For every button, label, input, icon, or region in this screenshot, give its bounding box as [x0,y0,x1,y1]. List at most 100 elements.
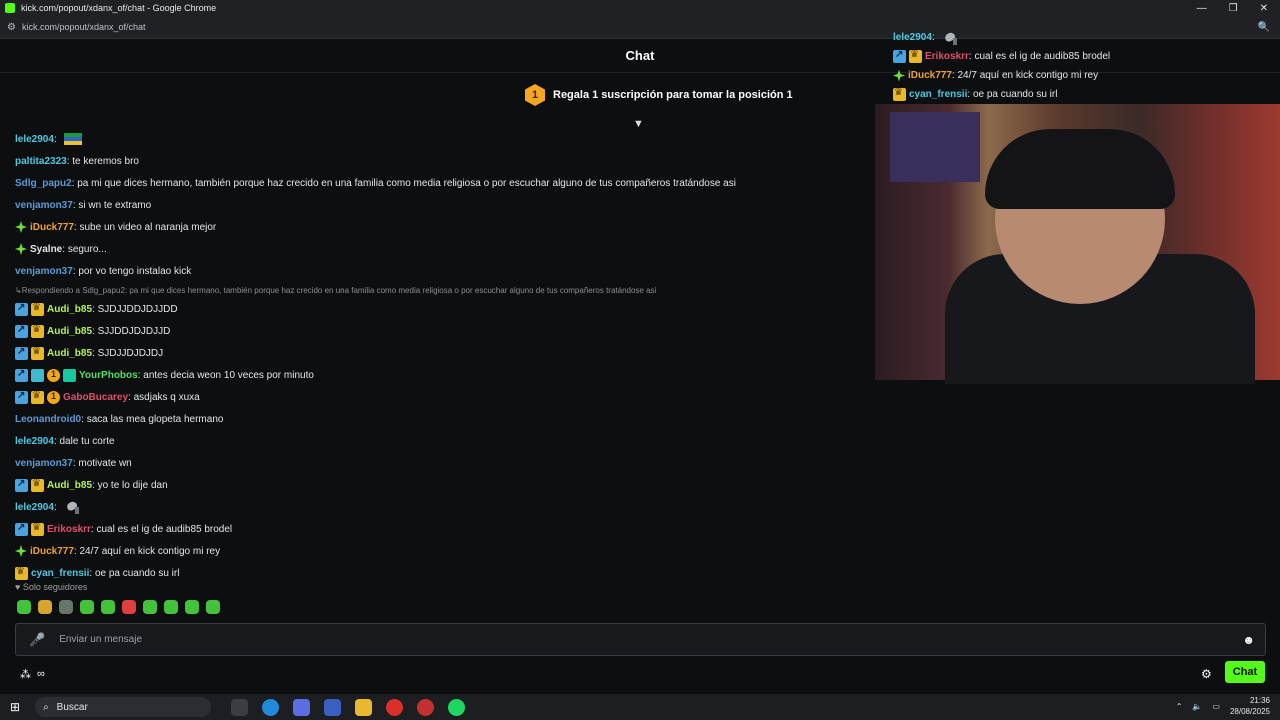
message-text: oe pa cuando su irl [94,567,180,579]
crown-badge-icon[interactable] [31,522,44,536]
message-username[interactable]: lele2904 [15,134,54,145]
message-input[interactable] [57,633,1243,646]
emote-icon[interactable] [185,600,199,614]
message-username[interactable]: Audi_b85 [47,304,92,315]
message-username[interactable]: Sdlg_papu2 [15,178,72,189]
volume-icon[interactable]: 🔈 [1192,702,1202,711]
message-username[interactable]: lele2904 [15,436,54,447]
chat-message: paltita2323: te keremos bro [15,155,139,167]
microphone-icon[interactable]: 🎤 [29,632,45,648]
message-username[interactable]: Audi_b85 [47,348,92,359]
crown-badge-icon[interactable] [31,390,44,404]
message-text: yo te lo dije dan [97,479,168,491]
network-icon[interactable]: ▭ [1212,702,1220,711]
site-settings-icon[interactable]: ⚙ [7,22,16,33]
streamer-hair [985,129,1175,209]
gem-badge-icon[interactable] [15,243,27,255]
coin-badge-icon[interactable] [47,368,60,382]
message-username[interactable]: lele2904 [893,32,932,43]
emoji-icon[interactable]: ☻ [1242,633,1255,647]
emote-icon[interactable] [164,600,178,614]
edge-icon[interactable] [262,698,280,716]
chat-message: Syalne: seguro... [15,238,875,260]
pinned-text[interactable]: Regala 1 suscripción para tomar la posic… [553,89,793,101]
sub-badge-icon[interactable] [15,346,28,360]
message-username[interactable]: paltita2323 [15,156,67,167]
minimize-icon[interactable]: — [1197,3,1207,14]
copilot-icon[interactable] [293,698,311,716]
chat-message: Erikoskrr: cual es el ig de audib85 brod… [15,518,875,540]
chat-message: Leonandroid0: saca las mea glopeta herma… [15,413,224,425]
file-explorer-icon[interactable] [355,698,373,716]
settings-gear-icon[interactable]: ⚙ [1201,667,1212,681]
message-username[interactable]: iDuck777 [30,222,74,233]
maximize-icon[interactable]: ❐ [1229,3,1238,14]
message-username[interactable]: Audi_b85 [47,326,92,337]
sub-badge-icon[interactable] [893,49,906,63]
sub-badge-icon[interactable] [15,478,28,492]
task-view-icon[interactable] [231,698,249,716]
sub-badge-icon[interactable] [15,390,28,404]
store-icon[interactable] [324,698,342,716]
message-username[interactable]: Erikoskrr [925,51,969,62]
emote-icon[interactable] [80,600,94,614]
gem-badge-icon[interactable] [893,69,905,82]
message-text: dale tu corte [59,435,115,447]
crown-badge-icon[interactable] [909,49,922,63]
message-username[interactable]: Audi_b85 [47,480,92,491]
message-username[interactable]: Leonandroid0 [15,414,81,425]
emote-icon[interactable] [59,600,73,614]
spotify-icon[interactable] [448,698,466,716]
message-text: SJJDDJDJDJJD [97,325,171,337]
infinity-icon[interactable]: ∞ [37,668,45,681]
message-username[interactable]: YourPhobos [79,370,138,381]
crown-badge-icon[interactable] [31,346,44,360]
gift-badge-icon[interactable] [63,368,76,382]
chrome-icon[interactable] [386,698,404,716]
emote-icon[interactable] [143,600,157,614]
send-chat-button[interactable]: Chat [1225,661,1265,683]
search-icon: ⌕ [43,701,49,713]
message-username[interactable]: GaboBucarey [63,392,128,403]
message-username[interactable]: Erikoskrr [47,524,91,535]
coin-badge-icon[interactable] [47,390,60,404]
grid-badge-icon[interactable] [31,368,44,382]
emote-icon[interactable] [101,600,115,614]
message-username[interactable]: venjamon37 [15,200,73,211]
taskbar-search[interactable]: ⌕ Buscar [35,697,212,717]
gem-badge-icon[interactable] [15,221,27,233]
emote-icon[interactable] [206,600,220,614]
sub-badge-icon[interactable] [15,302,28,316]
windows-start-icon[interactable]: ⊞ [10,700,20,714]
message-username[interactable]: venjamon37 [15,458,73,469]
message-username[interactable]: iDuck777 [30,546,74,557]
crown-badge-icon[interactable] [31,324,44,338]
stream-video[interactable] [875,104,1280,384]
gem-badge-icon[interactable] [15,545,27,557]
crown-badge-icon[interactable] [15,566,28,580]
close-icon[interactable]: ✕ [1260,3,1268,14]
message-text: cual es el ig de audib85 brodel [96,523,233,535]
crown-badge-icon[interactable] [31,478,44,492]
emote-icon[interactable] [17,600,31,614]
heart-icon: ♥ [15,582,21,592]
emote-icon[interactable] [38,600,52,614]
obs-icon[interactable] [417,698,435,716]
chat-message: Audi_b85: SJJDDJDJDJJD [15,320,875,342]
chat-message: venjamon37: por vo tengo instalao kick [15,265,192,277]
message-username[interactable]: cyan_frensii [909,89,967,100]
emote-icon[interactable] [122,600,136,614]
message-username[interactable]: venjamon37 [15,266,73,277]
message-username[interactable]: Syalne [30,244,62,255]
sub-badge-icon[interactable] [15,368,28,382]
sub-badge-icon[interactable] [15,522,28,536]
crown-badge-icon[interactable] [31,302,44,316]
clock[interactable]: 21:36 28/08/2025 [1230,695,1270,717]
sub-badge-icon[interactable] [15,324,28,338]
message-username[interactable]: cyan_frensii [31,568,89,579]
tray-chevron-icon[interactable]: ⌃ [1176,702,1183,711]
message-username[interactable]: lele2904 [15,502,54,513]
points-icon[interactable]: ⁂ [20,668,31,681]
message-username[interactable]: iDuck777 [908,70,952,81]
crown-badge-icon[interactable] [893,87,906,101]
